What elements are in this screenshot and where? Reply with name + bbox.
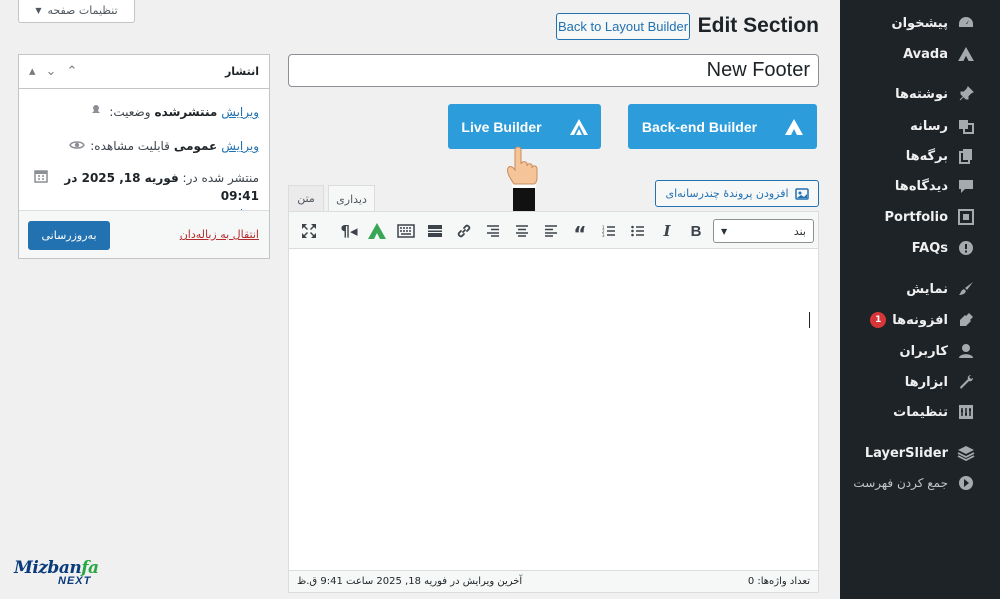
backend-builder-button[interactable]: Back-end Builder (628, 104, 817, 149)
visibility-value: عمومی (173, 139, 218, 153)
status-label: وضعیت: (109, 105, 151, 119)
sidebar-item-appearance[interactable]: نمایش (840, 275, 1000, 303)
visibility-edit-link[interactable]: ویرایش (221, 139, 259, 153)
status-edit-link[interactable]: ویرایش (221, 105, 259, 119)
move-to-trash-link[interactable]: انتقال به زباله‌دان (180, 228, 259, 241)
backend-builder-label: Back-end Builder (641, 118, 758, 135)
avada-icon (569, 118, 588, 135)
comments-icon (956, 176, 976, 196)
add-media-label: افزودن پروندهٔ چندرسانه‌ای (665, 187, 789, 200)
sidebar-item-portfolio[interactable]: Portfolio (840, 203, 1000, 231)
published-time: 09:41 (220, 189, 259, 203)
post-title-input[interactable]: New Footer (288, 54, 819, 87)
settings-icon (956, 402, 976, 422)
rtl-paragraph-icon[interactable]: ¶◂ (337, 219, 361, 243)
eye-icon (68, 139, 86, 154)
media-icon (794, 187, 809, 200)
page-title: Edit Section (697, 14, 819, 37)
sidebar-item-tools[interactable]: ابزارها (840, 368, 1000, 396)
bold-icon[interactable]: B (684, 219, 708, 243)
portfolio-icon (956, 207, 976, 227)
avada-icon (785, 118, 804, 135)
layers-icon (956, 443, 976, 463)
sidebar-item-layerslider[interactable]: LayerSlider (840, 439, 1000, 467)
published-label: منتشر شده در: (182, 171, 259, 185)
sidebar-item-dashboard[interactable]: پیشخوان (840, 9, 1000, 37)
move-up-icon[interactable]: ▴ (29, 64, 36, 79)
brand-sub: NEXT (58, 575, 92, 587)
hand-pointer-icon (507, 146, 538, 212)
collapse-icon (956, 473, 976, 493)
plugins-update-badge: 1 (870, 312, 887, 328)
sidebar-item-posts[interactable]: نوشته‌ها (840, 80, 1000, 108)
sidebar-item-plugins[interactable]: افزونه‌ها 1 (840, 306, 1000, 334)
status-value: منتشرشده (154, 105, 218, 119)
publish-visibility-row: قابلیت مشاهده: عمومی ویرایش (68, 139, 259, 154)
content-editor: ¶◂ “ 123 I B ▼ بند (288, 211, 819, 593)
chevron-up-icon[interactable]: ⌃ (66, 64, 77, 79)
sidebar-item-comments[interactable]: دیدگاه‌ها (840, 172, 1000, 200)
publish-status-row: وضعیت: منتشرشده ویرایش (87, 105, 259, 122)
tab-text[interactable]: متن (288, 185, 324, 212)
editor-statusbar: تعداد واژه‌ها: 0 آخرین ویرایش در فوریه 1… (289, 570, 818, 592)
align-right-icon[interactable] (481, 219, 505, 243)
editor-toolbar: ¶◂ “ 123 I B ▼ بند (289, 212, 818, 249)
dashboard-icon (956, 13, 976, 33)
admin-sidebar: پیشخوان Avada نوشته‌ها رسانه برگه‌ها دید… (840, 0, 1000, 599)
user-icon (956, 341, 976, 361)
media-icon (956, 116, 976, 136)
screen-options-toggle[interactable]: تنظیمات صفحه ▼ (18, 0, 135, 23)
info-icon (956, 238, 976, 258)
editor-content-area[interactable] (289, 250, 818, 572)
triangle-down-icon: ▼ (721, 226, 728, 236)
published-date: فوریه 18, 2025 در (64, 171, 179, 185)
sidebar-item-pages[interactable]: برگه‌ها (840, 142, 1000, 170)
last-edited: آخرین ویرایش در فوریه 18, 2025 ساعت 9:41… (297, 576, 523, 587)
live-builder-label: Live Builder (461, 118, 542, 135)
link-icon[interactable] (452, 219, 476, 243)
fullscreen-icon[interactable] (297, 219, 321, 243)
sidebar-item-avada[interactable]: Avada (840, 40, 1000, 68)
keyboard-icon[interactable] (394, 219, 418, 243)
avada-icon (956, 44, 976, 64)
publish-actions: به‌روزرسانی انتقال به زباله‌دان (19, 210, 269, 258)
read-more-icon[interactable] (423, 219, 447, 243)
update-button[interactable]: به‌روزرسانی (28, 221, 110, 250)
pin-icon (87, 105, 105, 122)
visibility-label: قابلیت مشاهده: (90, 139, 170, 153)
brand-watermark: Mizbanfa NEXT (14, 558, 106, 590)
screen-options-label: تنظیمات صفحه (47, 4, 118, 17)
pin-icon (956, 84, 976, 104)
bullet-list-icon[interactable] (626, 219, 650, 243)
tab-visual[interactable]: دیداری (328, 185, 375, 213)
italic-icon[interactable]: I (655, 219, 679, 243)
sidebar-collapse-menu[interactable]: جمع کردن فهرست (840, 469, 1000, 497)
sidebar-item-settings[interactable]: تنظیمات (840, 398, 1000, 426)
add-media-button[interactable]: افزودن پروندهٔ چندرسانه‌ای (655, 180, 819, 207)
publish-header: انتشار ▴ ⌄ ⌃ (19, 55, 269, 89)
calendar-icon (32, 169, 50, 186)
avada-shortcode-icon[interactable] (365, 219, 389, 243)
text-cursor (809, 312, 810, 328)
publish-box: انتشار ▴ ⌄ ⌃ وضعیت: منتشرشده ویرایش قابل… (18, 54, 270, 259)
publish-title: انتشار (224, 65, 259, 78)
plugin-icon (956, 310, 976, 330)
svg-text:3: 3 (602, 233, 605, 237)
numbered-list-icon[interactable]: 123 (597, 219, 621, 243)
chevron-down-icon[interactable]: ⌄ (46, 64, 57, 79)
triangle-down-icon: ▼ (35, 6, 42, 15)
sidebar-item-media[interactable]: رسانه (840, 112, 1000, 140)
align-center-icon[interactable] (510, 219, 534, 243)
sidebar-item-faqs[interactable]: FAQs (840, 234, 1000, 262)
format-select-value: بند (793, 224, 806, 238)
back-to-layout-builder-button[interactable]: Back to Layout Builder (556, 13, 690, 40)
align-left-icon[interactable] (539, 219, 563, 243)
sidebar-item-users[interactable]: کاربران (840, 337, 1000, 365)
pages-icon (956, 146, 976, 166)
word-count: تعداد واژه‌ها: 0 (747, 576, 810, 587)
blockquote-icon[interactable]: “ (568, 219, 592, 244)
format-select[interactable]: ▼ بند (713, 219, 814, 243)
wrench-icon (956, 372, 976, 392)
brush-icon (956, 279, 976, 299)
